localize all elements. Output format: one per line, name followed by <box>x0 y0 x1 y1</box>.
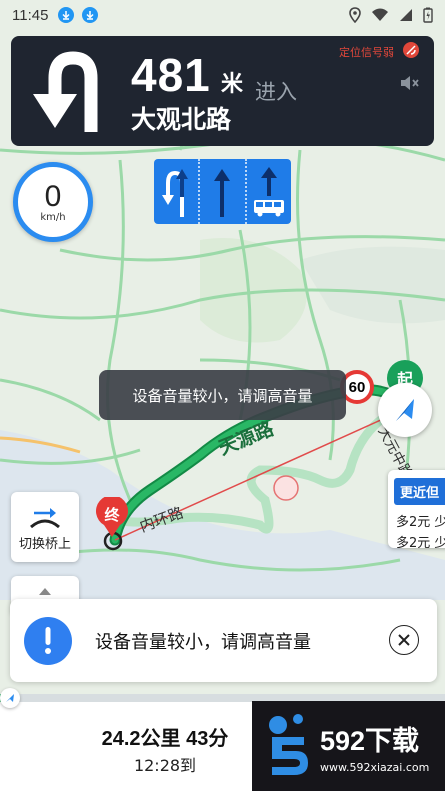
straight-lane-icon <box>214 168 231 217</box>
turn-guidance-panel[interactable]: 481 米 进入 大观北路 定位信号弱 <box>11 36 434 146</box>
u-turn-left-icon <box>33 51 98 132</box>
navigation-arrow-icon <box>396 399 414 421</box>
volume-toast: 设备音量较小，请调高音量 <box>99 370 346 420</box>
turn-action: 进入 <box>255 80 297 104</box>
poi-marker-icon[interactable] <box>273 475 299 501</box>
close-icon <box>398 634 410 646</box>
info-alert-icon <box>24 617 72 665</box>
watermark-url: www.592xiazai.com <box>320 761 430 774</box>
status-time: 11:45 <box>12 6 49 24</box>
watermark: 592下载 www.592xiazai.com <box>252 701 445 791</box>
status-bar: 11:45 <box>0 0 445 30</box>
close-notice-button[interactable] <box>389 625 419 655</box>
u-turn-left-lane-icon <box>162 168 189 217</box>
speed-value: 0 <box>44 179 62 213</box>
switch-to-bridge-label: 切换桥上 <box>18 536 71 552</box>
switch-to-bridge-button[interactable]: 切换桥上 <box>11 492 79 562</box>
svg-text:终: 终 <box>104 506 120 524</box>
battery-icon <box>423 7 433 23</box>
destination-marker: 终 <box>96 497 128 537</box>
bus-lane-icon <box>253 166 284 216</box>
gps-signal-icon <box>403 42 419 58</box>
lane-1 <box>154 159 201 224</box>
caret-up-icon <box>39 588 51 595</box>
location-icon <box>349 7 361 23</box>
lane-2 <box>200 159 247 224</box>
alt-route-header: 更近但 <box>394 478 445 505</box>
watermark-logo-icon <box>269 714 308 775</box>
lane-3 <box>247 159 291 224</box>
alt-route-line-2: 多2元 少 <box>396 536 445 548</box>
download-icon <box>82 7 99 23</box>
alt-route-line-1: 多2元 少 <box>396 515 445 530</box>
progress-car-icon <box>0 688 20 708</box>
speed-unit: km/h <box>40 211 66 223</box>
lane-guidance <box>154 159 291 224</box>
distance-unit: 米 <box>221 72 244 97</box>
wifi-icon <box>372 8 388 21</box>
signal-icon <box>400 9 412 21</box>
swap-arrows-icon <box>30 507 60 528</box>
volume-notice-text: 设备音量较小，请调高音量 <box>95 632 311 653</box>
current-location-marker <box>378 383 432 437</box>
speedometer: 0 km/h <box>13 162 93 242</box>
download-icon <box>58 7 75 23</box>
volume-notice-banner: 设备音量较小，请调高音量 <box>10 599 437 682</box>
mute-icon[interactable] <box>398 72 420 94</box>
next-road-name: 大观北路 <box>131 105 232 134</box>
gps-weak-label: 定位信号弱 <box>339 46 394 59</box>
turn-distance: 481 <box>131 49 211 101</box>
alternative-route-card[interactable]: 更近但 多2元 少 多2元 少 <box>388 470 445 548</box>
watermark-brand: 592下载 <box>320 726 420 756</box>
